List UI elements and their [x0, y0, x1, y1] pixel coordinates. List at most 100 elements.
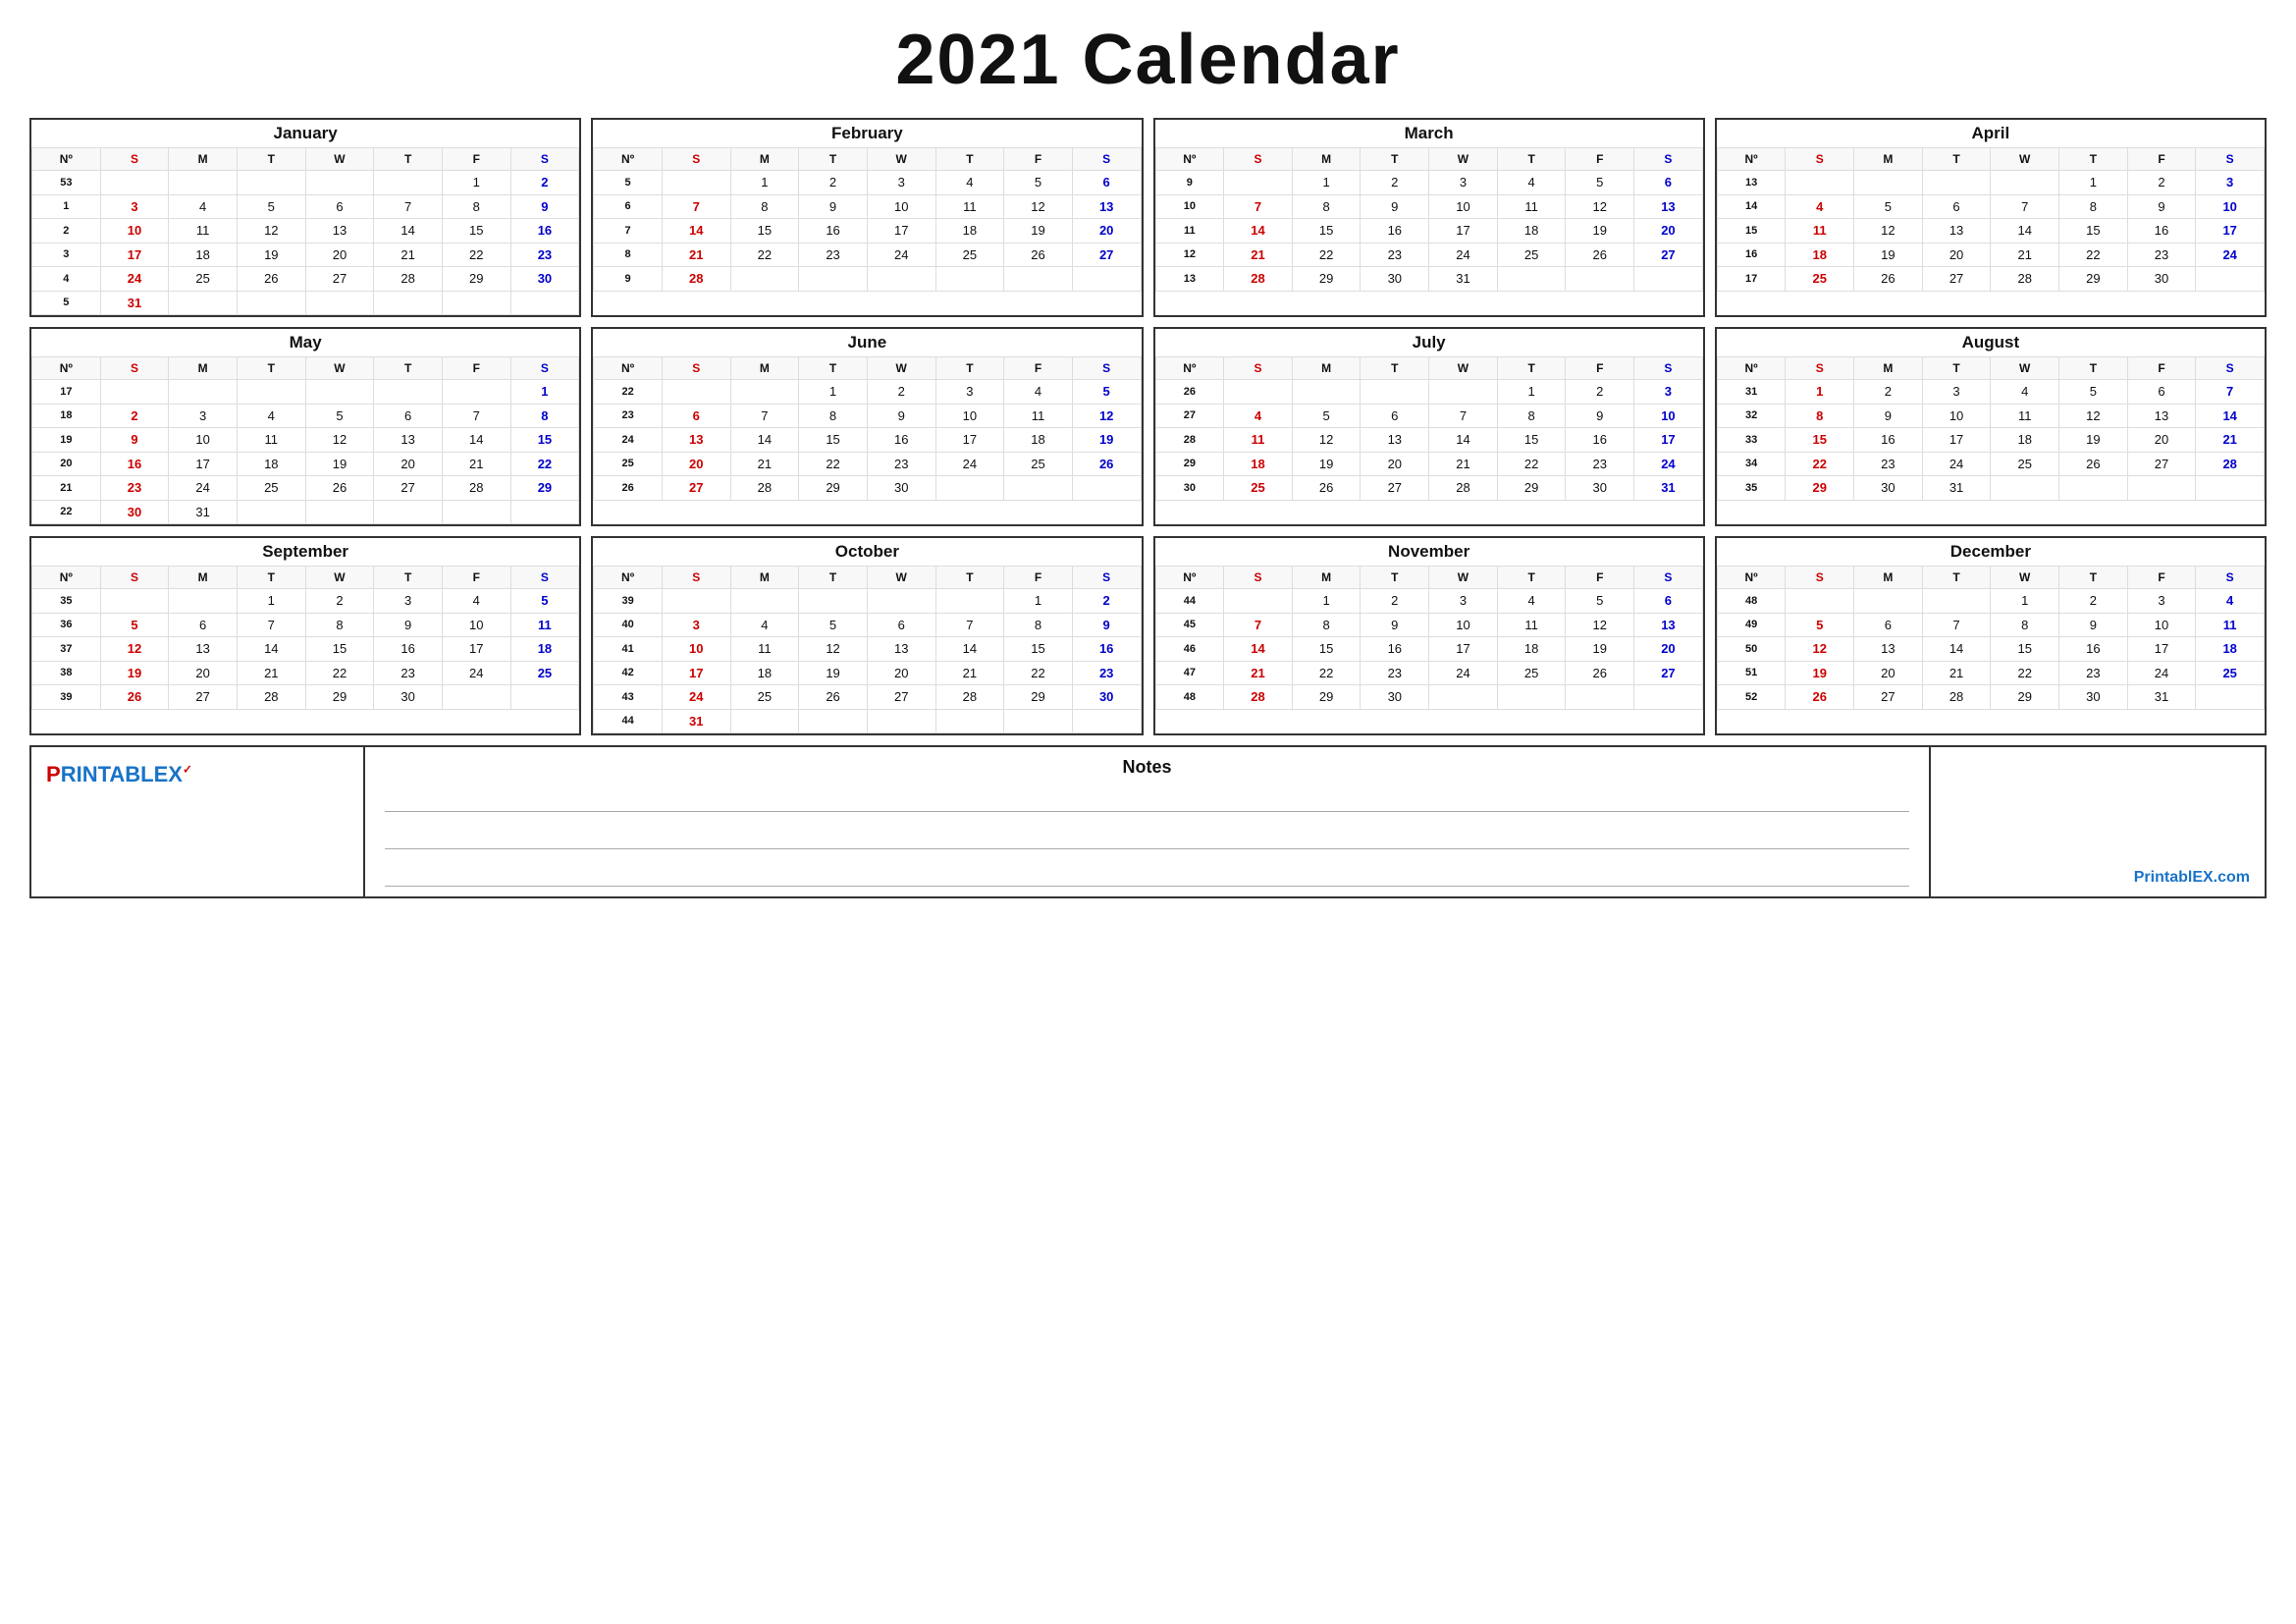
month-table-august: NºSMTWTFS3112345673289101112131433151617…: [1717, 356, 2265, 501]
day-cell: 28: [662, 267, 730, 292]
week-number: 44: [594, 709, 663, 733]
day-cell: 6: [374, 404, 443, 428]
day-cell: 1: [1292, 589, 1361, 614]
day-cell: [1786, 589, 1854, 614]
watermark-section: PrintablEX.com: [1931, 747, 2265, 896]
day-cell: 7: [662, 194, 730, 219]
day-cell: 5: [1854, 194, 1923, 219]
day-cell: 24: [100, 267, 169, 292]
day-cell: [2196, 267, 2265, 292]
note-line-3[interactable]: [385, 867, 1909, 887]
day-cell: 3: [1429, 171, 1498, 195]
col-header-day: T: [1497, 567, 1566, 589]
col-header-day: S: [510, 567, 579, 589]
col-header-day: T: [374, 148, 443, 171]
month-september: SeptemberNºSMTWTFS35 1234536567891011371…: [29, 536, 581, 735]
day-cell: 21: [1991, 243, 2059, 267]
day-cell: 28: [1991, 267, 2059, 292]
day-cell: 19: [1004, 219, 1073, 244]
month-table-may: NºSMTWTFS17 1182345678199101112131415201…: [31, 356, 579, 524]
day-cell: 10: [1429, 613, 1498, 637]
week-number: 33: [1717, 428, 1786, 453]
day-cell: [169, 171, 238, 195]
week-number: 34: [1717, 452, 1786, 476]
day-cell: 2: [799, 171, 868, 195]
day-cell: 20: [1072, 219, 1141, 244]
note-line-1[interactable]: [385, 792, 1909, 812]
week-number: 47: [1155, 661, 1224, 685]
day-cell: 11: [169, 219, 238, 244]
day-cell: 5: [1566, 589, 1634, 614]
col-header-day: S: [1786, 357, 1854, 380]
col-header-weeknum: Nº: [1155, 357, 1224, 380]
day-cell: 25: [237, 476, 305, 501]
day-cell: 29: [1497, 476, 1566, 501]
day-cell: 14: [730, 428, 799, 453]
day-cell: 18: [1224, 452, 1293, 476]
table-row: 2016171819202122: [32, 452, 579, 476]
day-cell: 30: [867, 476, 935, 501]
week-number: 48: [1717, 589, 1786, 614]
table-row: 2413141516171819: [594, 428, 1141, 453]
week-number: 53: [32, 171, 101, 195]
week-number: 48: [1155, 685, 1224, 710]
day-cell: [169, 291, 238, 315]
day-cell: 10: [2196, 194, 2265, 219]
day-cell: [442, 291, 510, 315]
notes-title: Notes: [385, 757, 1909, 778]
col-header-day: S: [1072, 567, 1141, 589]
table-row: 5 123456: [594, 171, 1141, 195]
day-cell: 22: [1004, 661, 1073, 685]
col-header-day: W: [305, 567, 374, 589]
day-cell: 15: [1292, 637, 1361, 662]
week-number: 14: [1717, 194, 1786, 219]
day-cell: 4: [237, 404, 305, 428]
col-header-day: T: [799, 148, 868, 171]
week-number: 6: [594, 194, 663, 219]
week-number: 2: [32, 219, 101, 244]
col-header-day: S: [1224, 357, 1293, 380]
day-cell: 29: [2059, 267, 2128, 292]
day-cell: 21: [1224, 661, 1293, 685]
col-header-day: M: [730, 567, 799, 589]
day-cell: 8: [1786, 404, 1854, 428]
day-cell: 19: [100, 661, 169, 685]
day-cell: 13: [1854, 637, 1923, 662]
table-row: NºSMTWTFS: [1155, 357, 1702, 380]
week-number: 17: [1717, 267, 1786, 292]
day-cell: 13: [662, 428, 730, 453]
day-cell: 25: [1497, 243, 1566, 267]
day-cell: 4: [442, 589, 510, 614]
day-cell: 3: [1429, 589, 1498, 614]
day-cell: 29: [305, 685, 374, 710]
week-number: 15: [1717, 219, 1786, 244]
day-cell: 1: [2059, 171, 2128, 195]
day-cell: [1566, 267, 1634, 292]
day-cell: 16: [100, 452, 169, 476]
day-cell: 18: [935, 219, 1004, 244]
week-number: 13: [1155, 267, 1224, 292]
day-cell: 12: [2059, 404, 2128, 428]
day-cell: 23: [510, 243, 579, 267]
day-cell: 31: [662, 709, 730, 733]
day-cell: 24: [1429, 243, 1498, 267]
table-row: 317181920212223: [32, 243, 579, 267]
day-cell: 4: [1991, 380, 2059, 405]
day-cell: [662, 171, 730, 195]
month-title-november: November: [1155, 538, 1703, 566]
day-cell: 6: [662, 404, 730, 428]
table-row: 1328293031: [1155, 267, 1702, 292]
day-cell: [2196, 476, 2265, 501]
col-header-day: S: [1224, 148, 1293, 171]
notes-lines: [385, 787, 1909, 887]
day-cell: 1: [1292, 171, 1361, 195]
day-cell: [1854, 171, 1923, 195]
table-row: 4217181920212223: [594, 661, 1141, 685]
col-header-day: W: [1991, 148, 2059, 171]
day-cell: 1: [237, 589, 305, 614]
table-row: 223031: [32, 500, 579, 524]
note-line-2[interactable]: [385, 830, 1909, 849]
table-row: 44 123456: [1155, 589, 1702, 614]
day-cell: 11: [1004, 404, 1073, 428]
day-cell: [237, 380, 305, 405]
